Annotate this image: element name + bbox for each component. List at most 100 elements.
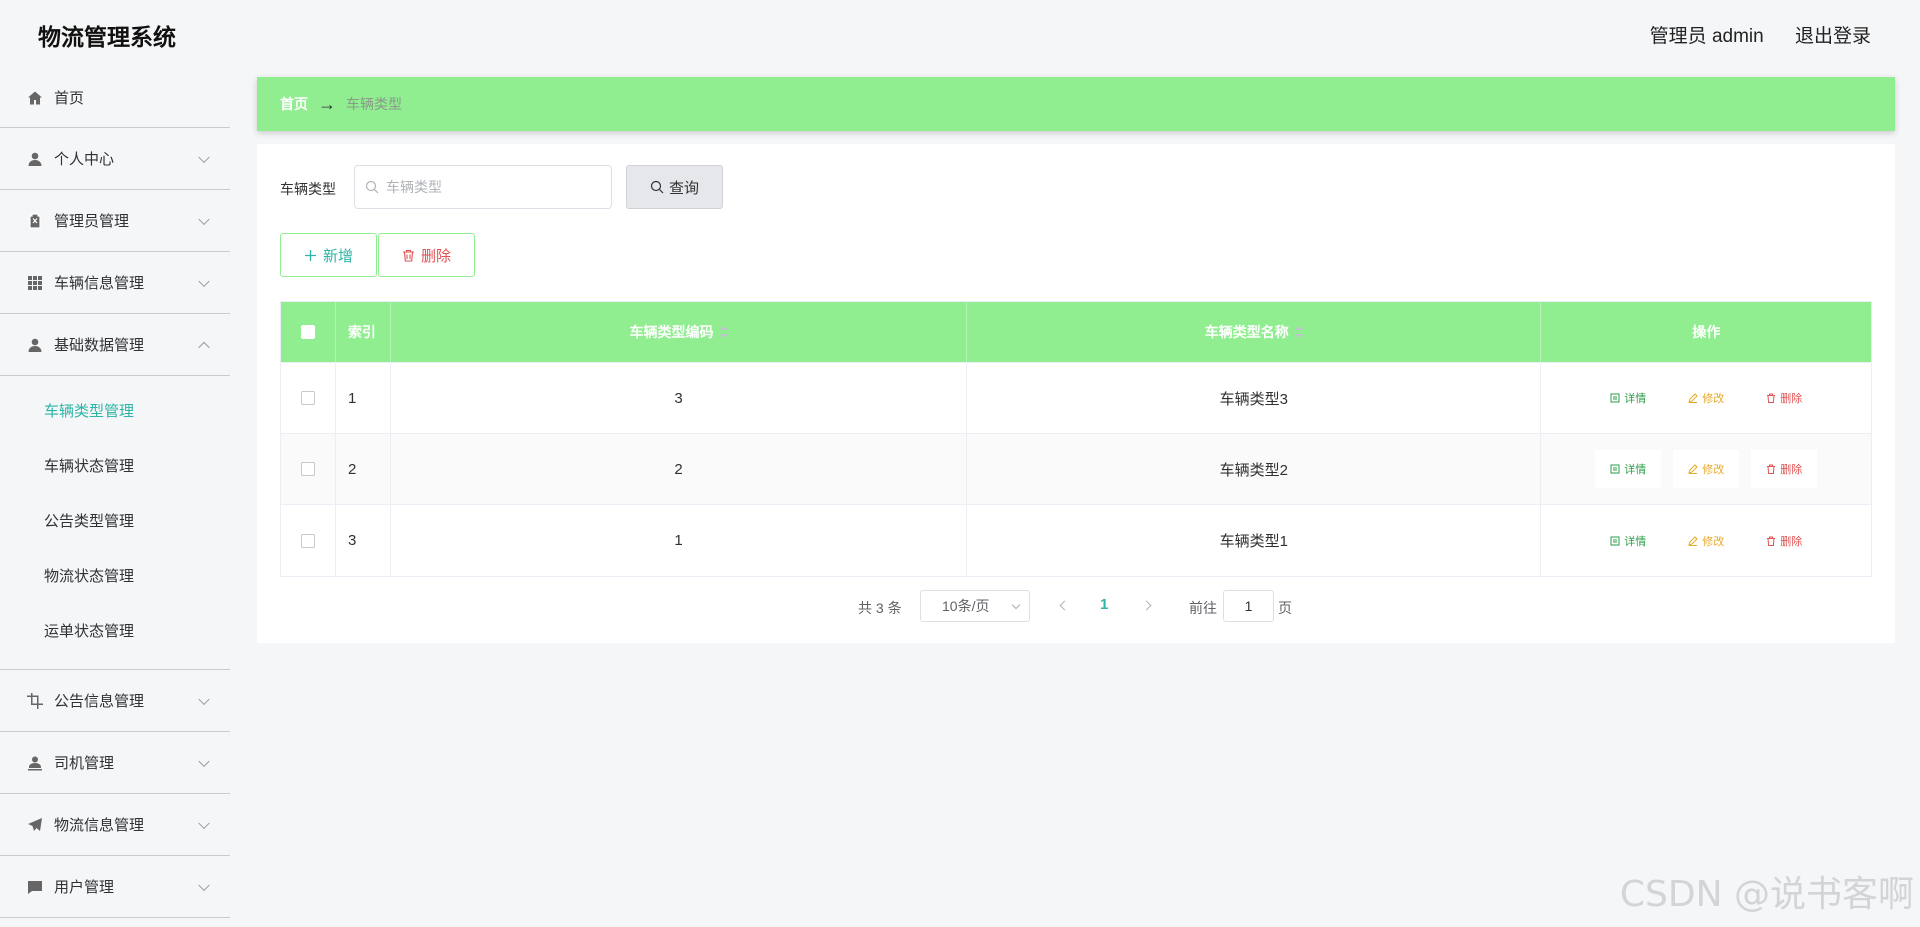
sort-icon[interactable] bbox=[1294, 326, 1303, 338]
sidebar-item-personal[interactable]: 个人中心 bbox=[0, 128, 230, 190]
sidebar-item-label: 管理员管理 bbox=[54, 213, 130, 230]
vehicle-type-table: 索引 车辆类型编码 车辆类型名称 操作 1 3 车辆类型3 详情 修改 删除 2… bbox=[280, 301, 1872, 577]
chevron-down-icon bbox=[198, 151, 210, 163]
current-user-label: 管理员 admin bbox=[1649, 26, 1764, 47]
edit-button[interactable]: 修改 bbox=[1673, 379, 1739, 417]
sidebar-item-label: 个人中心 bbox=[54, 151, 115, 168]
sidebar-item-notices[interactable]: 公告信息管理 bbox=[0, 670, 230, 732]
search-icon bbox=[650, 180, 664, 194]
goto-page-input[interactable]: 1 bbox=[1223, 590, 1274, 622]
sidebar-item-logistics[interactable]: 物流信息管理 bbox=[0, 794, 230, 856]
cell-code: 3 bbox=[391, 363, 968, 433]
sidebar-subitem-vehicle-type[interactable]: 车辆类型管理 bbox=[0, 384, 230, 439]
detail-label: 详情 bbox=[1624, 535, 1647, 548]
page-number[interactable]: 1 bbox=[1100, 596, 1108, 613]
user-icon bbox=[26, 336, 44, 354]
trash-icon bbox=[402, 249, 414, 262]
chevron-down-icon bbox=[1011, 600, 1021, 610]
document-icon bbox=[1610, 536, 1620, 545]
header-select-cell bbox=[281, 302, 336, 362]
remove-button[interactable]: 删除 bbox=[1751, 379, 1817, 417]
trash-icon bbox=[1767, 464, 1776, 474]
header-name[interactable]: 车辆类型名称 bbox=[967, 302, 1542, 362]
logout-link[interactable]: 退出登录 bbox=[1795, 26, 1871, 47]
header-code[interactable]: 车辆类型编码 bbox=[391, 302, 968, 362]
breadcrumb-current: 车辆类型 bbox=[346, 96, 402, 112]
breadcrumb: 首页 → 车辆类型 bbox=[257, 77, 1895, 131]
user-area: 管理员 admin 退出登录 bbox=[1650, 21, 1871, 48]
header-ops: 操作 bbox=[1692, 324, 1721, 340]
breadcrumb-arrow-icon: → bbox=[318, 93, 336, 114]
detail-button[interactable]: 详情 bbox=[1595, 522, 1661, 560]
document-icon bbox=[1610, 464, 1620, 474]
detail-button[interactable]: 详情 bbox=[1595, 450, 1662, 488]
basic-data-submenu: 车辆类型管理 车辆状态管理 公告类型管理 物流状态管理 运单状态管理 bbox=[0, 376, 230, 670]
sidebar-subitem-vehicle-status[interactable]: 车辆状态管理 bbox=[0, 439, 230, 494]
user-icon bbox=[26, 150, 44, 168]
search-placeholder: 车辆类型 bbox=[386, 179, 442, 195]
row-checkbox[interactable] bbox=[300, 533, 315, 548]
edit-button[interactable]: 修改 bbox=[1673, 450, 1740, 488]
app-title: 物流管理系统 bbox=[38, 24, 176, 50]
document-icon bbox=[1610, 393, 1620, 403]
row-checkbox[interactable] bbox=[300, 391, 315, 405]
home-icon bbox=[26, 89, 44, 107]
chevron-down-icon bbox=[198, 817, 210, 829]
query-button[interactable]: 查询 bbox=[626, 165, 723, 209]
sidebar-item-home[interactable]: 首页 bbox=[0, 68, 230, 128]
table-row: 3 1 车辆类型1 详情 修改 删除 bbox=[281, 505, 1871, 576]
trash-icon bbox=[1767, 536, 1776, 546]
sidebar-item-basic-data[interactable]: 基础数据管理 bbox=[0, 314, 230, 376]
table-row: 2 2 车辆类型2 详情 修改 删除 bbox=[281, 434, 1871, 505]
remove-button[interactable]: 删除 bbox=[1751, 450, 1818, 488]
sort-icon[interactable] bbox=[719, 326, 728, 338]
page-suffix: 页 bbox=[1278, 600, 1292, 616]
sidebar-subitem-notice-type[interactable]: 公告类型管理 bbox=[0, 494, 230, 549]
cell-ops: 详情 修改 删除 bbox=[1541, 363, 1871, 433]
header-name-label: 车辆类型名称 bbox=[1204, 324, 1289, 340]
remove-label: 删除 bbox=[1780, 535, 1803, 548]
page-size-select[interactable]: 10条/页 bbox=[920, 590, 1030, 622]
edit-icon bbox=[1688, 393, 1698, 403]
cell-code: 1 bbox=[391, 505, 968, 576]
add-button[interactable]: 新增 bbox=[280, 233, 377, 277]
grid-icon bbox=[26, 274, 44, 292]
chevron-down-icon bbox=[198, 879, 210, 891]
crop-icon bbox=[26, 692, 44, 710]
sidebar-item-vehicles[interactable]: 车辆信息管理 bbox=[0, 252, 230, 314]
trash-icon bbox=[1767, 393, 1776, 403]
edit-icon bbox=[1688, 464, 1698, 474]
sidebar-item-admins[interactable]: 管理员管理 bbox=[0, 190, 230, 252]
row-checkbox[interactable] bbox=[300, 462, 315, 476]
sidebar-item-users[interactable]: 用户管理 bbox=[0, 856, 230, 918]
chat-icon bbox=[26, 878, 44, 896]
header-code-label: 车辆类型编码 bbox=[629, 324, 714, 340]
select-all-checkbox[interactable] bbox=[300, 325, 315, 339]
content-panel: 车辆类型 车辆类型 查询 新增 删除 索引 车辆类型编码 车辆类型名称 操作 1… bbox=[257, 144, 1895, 643]
delete-button[interactable]: 删除 bbox=[378, 233, 475, 277]
plus-icon bbox=[304, 249, 316, 261]
query-button-label: 查询 bbox=[668, 179, 699, 197]
next-page-button[interactable] bbox=[1142, 598, 1154, 614]
edit-label: 修改 bbox=[1702, 393, 1725, 405]
search-input[interactable]: 车辆类型 bbox=[354, 165, 612, 209]
sidebar-subitem-waybill-status[interactable]: 运单状态管理 bbox=[0, 604, 230, 659]
edit-button[interactable]: 修改 bbox=[1673, 522, 1739, 560]
detail-button[interactable]: 详情 bbox=[1595, 379, 1661, 417]
header-index: 索引 bbox=[336, 302, 391, 362]
top-bar: 物流管理系统 管理员 admin 退出登录 bbox=[0, 0, 1920, 68]
delete-button-label: 删除 bbox=[420, 247, 451, 265]
page-size-value: 10条/页 bbox=[942, 598, 990, 614]
sidebar-subitem-logistics-status[interactable]: 物流状态管理 bbox=[0, 549, 230, 604]
edit-label: 修改 bbox=[1702, 535, 1725, 548]
pagination-total: 共 3 条 bbox=[858, 600, 902, 616]
watermark: CSDN @说书客啊 bbox=[1619, 874, 1914, 915]
remove-label: 删除 bbox=[1780, 393, 1803, 405]
table-header-row: 索引 车辆类型编码 车辆类型名称 操作 bbox=[281, 302, 1871, 363]
remove-button[interactable]: 删除 bbox=[1751, 522, 1817, 560]
breadcrumb-home[interactable]: 首页 bbox=[280, 94, 308, 114]
prev-page-button[interactable] bbox=[1057, 598, 1069, 614]
cell-ops: 详情 修改 删除 bbox=[1541, 434, 1871, 504]
chevron-up-icon bbox=[198, 341, 210, 353]
sidebar-item-drivers[interactable]: 司机管理 bbox=[0, 732, 230, 794]
